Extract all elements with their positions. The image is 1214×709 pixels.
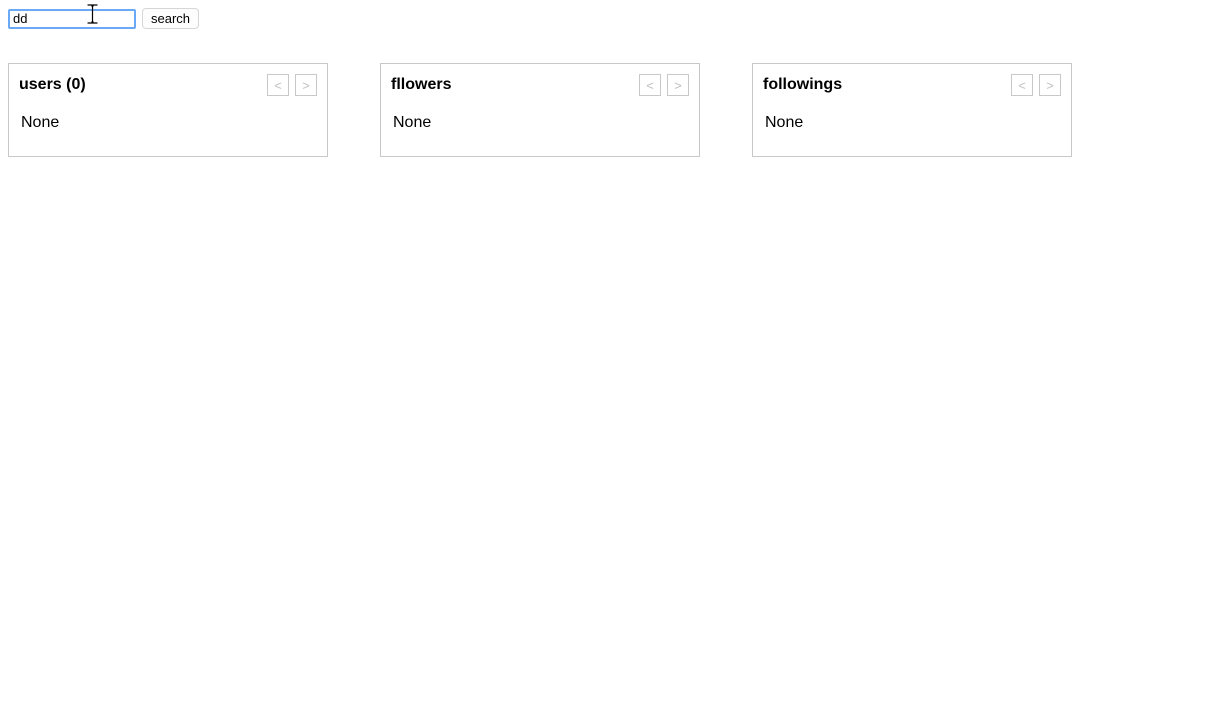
panel-followers: fllowers < > None xyxy=(380,63,700,157)
prev-button[interactable]: < xyxy=(267,74,289,96)
panel-title-users: users (0) xyxy=(19,76,86,94)
panel-title-followings: followings xyxy=(763,76,842,94)
panel-header: followings < > xyxy=(763,74,1061,96)
prev-button[interactable]: < xyxy=(1011,74,1033,96)
panel-title-followers: fllowers xyxy=(391,76,451,94)
nav-controls: < > xyxy=(1011,74,1061,96)
panels-row: users (0) < > None fllowers < > None fol… xyxy=(8,63,1206,157)
panel-header: fllowers < > xyxy=(391,74,689,96)
next-button[interactable]: > xyxy=(667,74,689,96)
next-button[interactable]: > xyxy=(295,74,317,96)
nav-controls: < > xyxy=(639,74,689,96)
panel-header: users (0) < > xyxy=(19,74,317,96)
nav-controls: < > xyxy=(267,74,317,96)
search-input[interactable] xyxy=(8,9,136,29)
search-button[interactable]: search xyxy=(142,8,199,29)
next-button[interactable]: > xyxy=(1039,74,1061,96)
panel-users: users (0) < > None xyxy=(8,63,328,157)
panel-followings: followings < > None xyxy=(752,63,1072,157)
panel-body-users: None xyxy=(19,114,317,132)
search-bar: search xyxy=(8,8,1206,29)
panel-body-followers: None xyxy=(391,114,689,132)
prev-button[interactable]: < xyxy=(639,74,661,96)
panel-body-followings: None xyxy=(763,114,1061,132)
